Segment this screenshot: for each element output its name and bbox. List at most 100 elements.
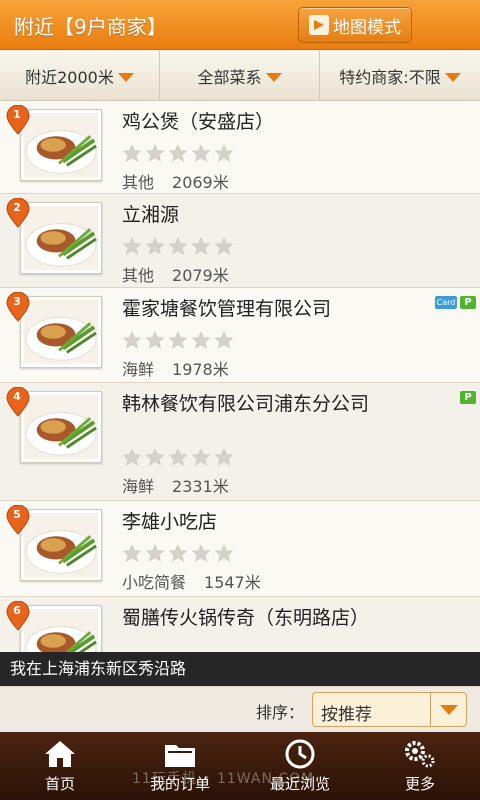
star-icon — [191, 448, 211, 466]
restaurant-category: 小吃简餐 — [122, 573, 187, 592]
restaurant-list: 1 鸡公煲（安盛店） 其他 2069米 2 立湘源 其他 2079米 3 霍家塘餐饮管理有限公司海… — [0, 101, 480, 652]
restaurant-name: 立湘源 — [122, 204, 180, 226]
restaurant-badges: Card P — [435, 296, 476, 309]
sort-bar: 排序： 按推荐 — [0, 686, 480, 732]
folder-icon — [165, 745, 195, 767]
parking-badge-icon: P — [460, 391, 476, 404]
chevron-down-icon — [430, 693, 466, 726]
sort-select[interactable]: 按推荐 — [312, 692, 467, 727]
restaurant-distance: 2069米 — [172, 173, 229, 192]
dropdown-arrow-icon — [265, 72, 282, 82]
restaurant-name: 韩林餐饮有限公司浦东分公司 — [122, 393, 370, 415]
watermark: 11玩手机 • 11WAN.COM — [132, 771, 315, 787]
parking-badge-icon: P — [460, 296, 476, 309]
map-pin-icon: 5 — [6, 504, 30, 535]
restaurant-row[interactable]: 4 韩林餐饮有限公司浦东分公司 海鲜 2331米 P — [0, 383, 480, 501]
bottom-tab-bar: 首页 我的订单 最近浏览 更多 — [0, 732, 480, 800]
restaurant-category: 海鲜 — [122, 360, 155, 379]
filter-bar: 附近2000米 全部菜系 特约商家:不限 — [0, 51, 480, 101]
tab-my-orders[interactable]: 我的订单 — [120, 732, 240, 800]
dish-image — [24, 609, 98, 652]
map-pin-icon: 3 — [6, 291, 30, 322]
star-icon — [145, 144, 165, 162]
restaurant-thumbnail — [20, 109, 102, 181]
tab-recent[interactable]: 最近浏览 — [240, 732, 360, 800]
star-icon — [191, 544, 211, 562]
restaurant-name: 鸡公煲（安盛店） — [122, 111, 275, 133]
filter-distance[interactable]: 附近2000米 — [0, 51, 160, 101]
star-icon — [168, 144, 188, 162]
restaurant-category: 海鲜 — [122, 477, 155, 496]
star-icon — [191, 237, 211, 255]
star-icon — [214, 544, 234, 562]
restaurant-row[interactable]: 3 霍家塘餐饮管理有限公司 海鲜 1978米 Card P — [0, 288, 480, 383]
map-mode-label: 地图模式 — [333, 17, 401, 38]
restaurant-meta: 其他 2079米 — [122, 262, 229, 286]
restaurant-row[interactable]: 1 鸡公煲（安盛店） 其他 2069米 — [0, 101, 480, 194]
tab-more-label: 更多 — [404, 775, 435, 793]
dish-image — [24, 300, 98, 364]
star-icon — [145, 237, 165, 255]
pin-number: 1 — [13, 108, 21, 121]
restaurant-meta: 小吃简餐 1547米 — [122, 569, 261, 593]
restaurant-thumbnail — [20, 296, 102, 368]
dish-image — [24, 113, 98, 177]
dish-image — [24, 513, 98, 577]
restaurant-distance: 2331米 — [172, 477, 229, 496]
star-icon — [145, 331, 165, 349]
pin-number: 2 — [13, 201, 21, 214]
restaurant-name: 霍家塘餐饮管理有限公司 — [122, 298, 332, 320]
page-title: 附近【9户商家】 — [14, 15, 167, 39]
star-icon — [168, 448, 188, 466]
restaurant-thumbnail — [20, 509, 102, 581]
restaurant-row[interactable]: 2 立湘源其他 2079米 — [0, 194, 480, 288]
rating-stars — [122, 544, 237, 562]
restaurant-row[interactable]: 5 李雄小吃店 小吃简餐 1547米 — [0, 501, 480, 597]
rating-stars — [122, 237, 237, 255]
pin-number: 3 — [13, 295, 21, 308]
star-icon — [214, 331, 234, 349]
star-icon — [122, 544, 142, 562]
filter-cuisine-label: 全部菜系 — [197, 68, 262, 87]
filter-cuisine[interactable]: 全部菜系 — [160, 51, 320, 101]
restaurant-thumbnail — [20, 202, 102, 274]
star-icon — [191, 144, 211, 162]
restaurant-row[interactable]: 6 蜀膳传火锅传奇（东明路店） — [0, 597, 480, 652]
restaurant-distance: 1978米 — [172, 360, 229, 379]
restaurant-distance: 2079米 — [172, 266, 229, 285]
rating-stars — [122, 448, 237, 466]
star-icon — [122, 331, 142, 349]
sort-label: 排序： — [256, 703, 305, 722]
map-mode-button[interactable]: 地图模式 — [298, 7, 412, 43]
star-icon — [122, 144, 142, 162]
map-pin-icon: 2 — [6, 197, 30, 228]
map-pin-icon: 4 — [6, 386, 30, 417]
pin-number: 6 — [13, 604, 21, 617]
filter-special-merchant[interactable]: 特约商家:不限 — [320, 51, 480, 101]
dish-image — [24, 206, 98, 270]
restaurant-thumbnail — [20, 605, 102, 652]
rating-stars — [122, 331, 237, 349]
star-icon — [168, 331, 188, 349]
restaurant-thumbnail — [20, 391, 102, 463]
restaurant-meta: 其他 2069米 — [122, 169, 229, 193]
current-location-bar[interactable]: 我在上海浦东新区秀沿路 — [0, 652, 480, 686]
star-icon — [214, 144, 234, 162]
tab-home[interactable]: 首页 — [0, 732, 120, 800]
star-icon — [214, 237, 234, 255]
restaurant-meta: 海鲜 1978米 — [122, 356, 229, 380]
restaurant-category: 其他 — [122, 266, 155, 285]
map-pin-icon: 6 — [6, 600, 30, 631]
star-icon — [214, 448, 234, 466]
restaurant-distance: 1547米 — [204, 573, 261, 592]
home-icon — [45, 741, 75, 767]
restaurant-badges: P — [460, 391, 476, 404]
tab-more[interactable]: 更多 — [360, 732, 480, 800]
map-pin-icon: 1 — [6, 104, 30, 135]
restaurant-meta: 海鲜 2331米 — [122, 473, 229, 497]
star-icon — [122, 448, 142, 466]
star-icon — [191, 331, 211, 349]
star-icon — [145, 544, 165, 562]
gear-icon — [405, 741, 435, 768]
sort-value: 按推荐 — [321, 705, 372, 725]
